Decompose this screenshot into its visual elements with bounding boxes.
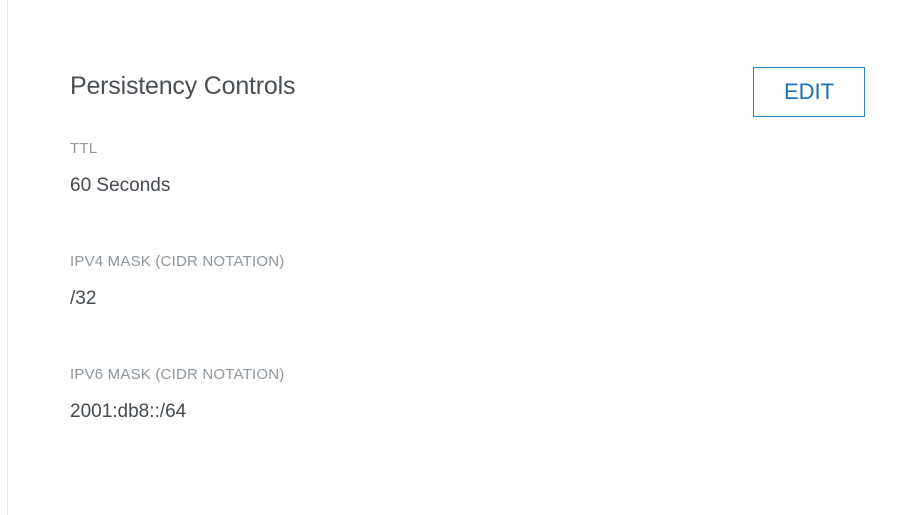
ipv4-mask-value: /32 [70, 288, 97, 309]
ipv6-mask-label: IPV6 MASK (CIDR NOTATION) [70, 366, 285, 383]
section-title: Persistency Controls [70, 72, 296, 100]
ttl-value: 60 Seconds [70, 175, 171, 196]
left-divider [7, 0, 8, 515]
ttl-field: TTL 60 Seconds [70, 140, 170, 197]
ttl-label: TTL [70, 140, 98, 157]
edit-button[interactable]: EDIT [753, 67, 865, 117]
ipv6-mask-value: 2001:db8::/64 [70, 401, 187, 422]
ipv4-mask-label: IPV4 MASK (CIDR NOTATION) [70, 253, 285, 270]
persistency-controls-page: Persistency Controls EDIT TTL 60 Seconds… [0, 0, 898, 515]
persistency-controls-panel: Persistency Controls EDIT TTL 60 Seconds… [70, 0, 870, 515]
ipv4-mask-field: IPV4 MASK (CIDR NOTATION) /32 [70, 253, 284, 310]
ipv6-mask-field: IPV6 MASK (CIDR NOTATION) 2001:db8::/64 [70, 366, 284, 423]
